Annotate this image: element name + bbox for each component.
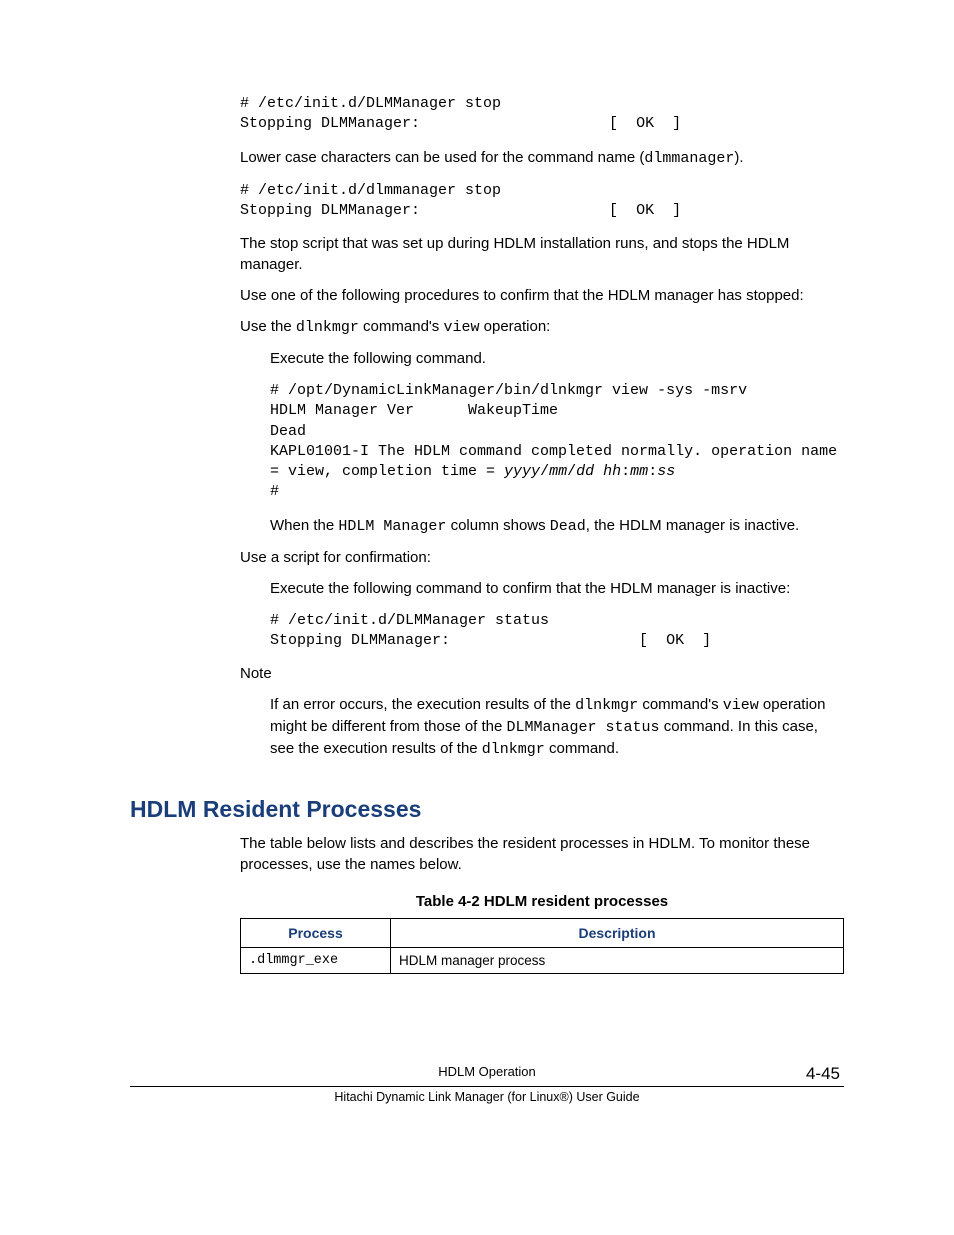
table-header-description: Description: [391, 919, 844, 948]
code-block-view: # /opt/DynamicLinkManager/bin/dlnkmgr vi…: [270, 381, 844, 503]
code-block-stop-lower: # /etc/init.d/dlmmanager stop Stopping D…: [240, 181, 844, 222]
indent-block: Execute the following command. # /opt/Dy…: [270, 348, 844, 537]
footer-doc-title: Hitachi Dynamic Link Manager (for Linux®…: [130, 1090, 844, 1104]
table-header-process: Process: [241, 919, 391, 948]
code-line: Stopping DLMManager: [ OK ]: [240, 115, 681, 132]
inline-code: view: [443, 319, 479, 336]
section-content: The table below lists and describes the …: [240, 833, 844, 974]
footer-section-title: HDLM Operation: [130, 1064, 844, 1079]
inline-code: DLMManager status: [507, 719, 660, 736]
note-body: If an error occurs, the execution result…: [270, 694, 844, 760]
inline-code: dlnkmgr: [296, 319, 359, 336]
resident-processes-table: Process Description .dlmmgr_exe HDLM man…: [240, 918, 844, 974]
code-line: HDLM Manager Ver WakeupTime: [270, 402, 558, 419]
heading-paragraph: The table below lists and describes the …: [240, 833, 844, 875]
table-cell-process: .dlmmgr_exe: [241, 948, 391, 974]
inline-code: dlmmanager: [644, 150, 734, 167]
note-paragraph: If an error occurs, the execution result…: [270, 694, 844, 760]
code-line: Stopping DLMManager: [ OK ]: [240, 202, 681, 219]
code-block-status: # /etc/init.d/DLMManager status Stopping…: [270, 611, 844, 652]
footer-top-line: HDLM Operation 4-45: [130, 1064, 844, 1087]
table-row: .dlmmgr_exe HDLM manager process: [241, 948, 844, 974]
code-line: Dead: [270, 423, 306, 440]
para-lowercase-note: Lower case characters can be used for th…: [240, 147, 844, 169]
para-confirm-intro: Use one of the following procedures to c…: [240, 285, 844, 306]
code-line: # /etc/init.d/DLMManager status: [270, 612, 549, 629]
indent-block: Execute the following command to confirm…: [270, 578, 844, 652]
code-line: #: [270, 483, 279, 500]
para-when-dead: When the HDLM Manager column shows Dead,…: [270, 515, 844, 537]
inline-code: Dead: [550, 518, 586, 535]
inline-code: dlnkmgr: [482, 741, 545, 758]
table-caption: Table 4-2 HDLM resident processes: [240, 893, 844, 910]
code-block-stop-upper: # /etc/init.d/DLMManager stop Stopping D…: [240, 94, 844, 135]
inline-code: HDLM Manager: [338, 518, 446, 535]
para-use-script: Use a script for confirmation:: [240, 547, 844, 568]
para-stopscript: The stop script that was set up during H…: [240, 233, 844, 275]
inline-code: dlnkmgr: [575, 697, 638, 714]
code-line: # /etc/init.d/DLMManager stop: [240, 95, 501, 112]
code-line: # /etc/init.d/dlmmanager stop: [240, 182, 501, 199]
table-cell-description: HDLM manager process: [391, 948, 844, 974]
page-footer: HDLM Operation 4-45 Hitachi Dynamic Link…: [130, 1064, 844, 1104]
inline-code: view: [723, 697, 759, 714]
para-exec-following: Execute the following command.: [270, 348, 844, 369]
code-line: = view, completion time = yyyy/mm/dd hh:…: [270, 463, 675, 480]
note-label: Note: [240, 663, 844, 684]
body-content: # /etc/init.d/DLMManager stop Stopping D…: [240, 94, 844, 760]
para-use-dlnkmgr: Use the dlnkmgr command's view operation…: [240, 316, 844, 338]
code-line: KAPL01001-I The HDLM command completed n…: [270, 443, 846, 460]
code-line: # /opt/DynamicLinkManager/bin/dlnkmgr vi…: [270, 382, 747, 399]
section-heading: HDLM Resident Processes: [130, 796, 844, 823]
code-line: Stopping DLMManager: [ OK ]: [270, 632, 711, 649]
document-page: # /etc/init.d/DLMManager stop Stopping D…: [0, 0, 954, 1164]
para-exec-confirm: Execute the following command to confirm…: [270, 578, 844, 599]
